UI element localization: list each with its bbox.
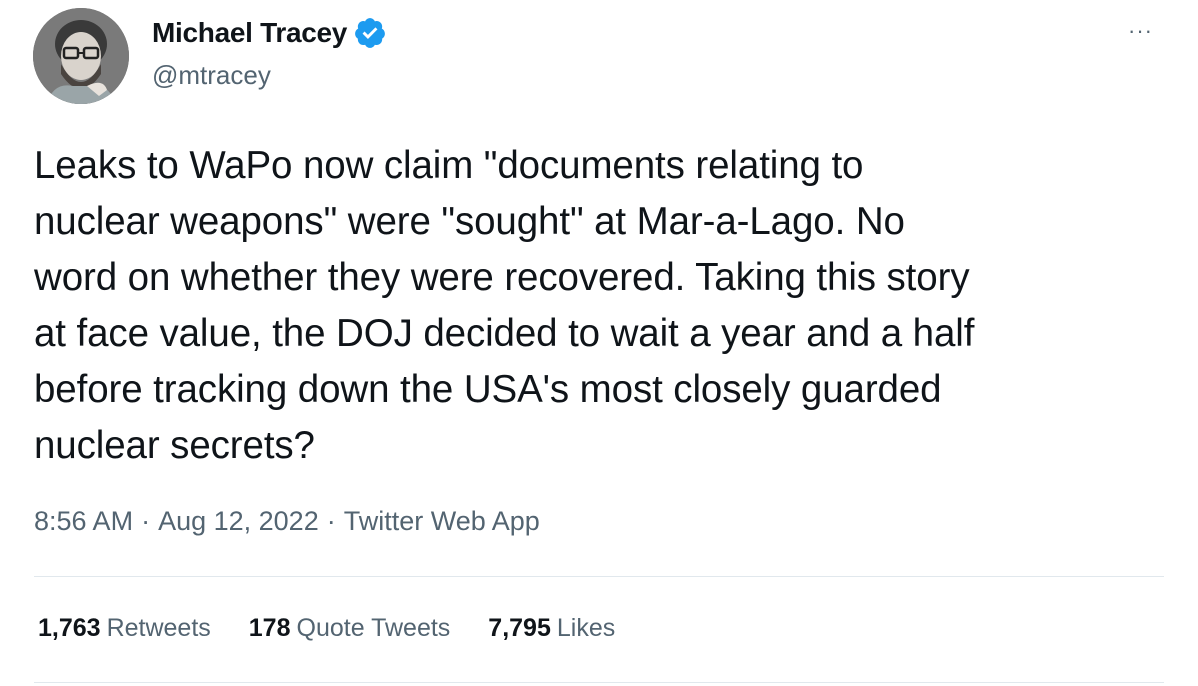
quote-tweets-count: 178 <box>248 614 291 642</box>
meta-separator: · <box>141 506 151 536</box>
retweets-stat[interactable]: 1,763 Retweets <box>38 614 211 643</box>
tweet-meta: 8:56 AM · Aug 12, 2022 · Twitter Web App <box>34 506 540 537</box>
author-name-row: Michael Tracey <box>152 16 387 50</box>
divider <box>34 576 1164 577</box>
tweet-text: Leaks to WaPo now claim "documents relat… <box>34 144 975 467</box>
tweet-source[interactable]: Twitter Web App <box>344 506 540 537</box>
likes-count: 7,795 <box>488 614 551 642</box>
tweet-time[interactable]: 8:56 AM <box>34 506 133 537</box>
likes-label: Likes <box>556 614 616 642</box>
retweets-count: 1,763 <box>38 614 101 642</box>
avatar[interactable] <box>33 8 129 104</box>
verified-badge-icon <box>353 16 387 50</box>
engagement-stats: 1,763 Retweets 178 Quote Tweets 7,795 Likes <box>38 614 615 643</box>
quote-tweets-label: Quote Tweets <box>296 614 451 642</box>
likes-stat[interactable]: 7,795 Likes <box>488 614 615 643</box>
more-options-icon[interactable]: ··· <box>1128 18 1153 44</box>
meta-separator: · <box>326 506 336 536</box>
retweets-label: Retweets <box>106 614 211 642</box>
avatar-image <box>33 8 129 104</box>
author-handle[interactable]: @mtracey <box>152 60 271 91</box>
author-display-name[interactable]: Michael Tracey <box>152 17 347 49</box>
tweet-date[interactable]: Aug 12, 2022 <box>158 506 319 537</box>
quote-tweets-stat[interactable]: 178 Quote Tweets <box>249 614 451 643</box>
divider <box>34 682 1164 683</box>
